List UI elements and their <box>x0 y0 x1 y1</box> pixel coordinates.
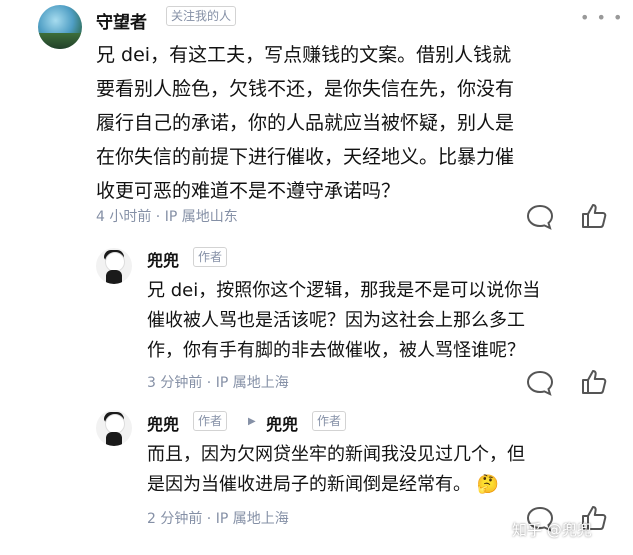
author-tag: 作者 <box>193 247 228 267</box>
reply-line: 而且，因为欠网贷坐牢的新闻我没见过几个，但 <box>147 444 525 465</box>
avatar[interactable] <box>38 5 82 49</box>
thumbs-up-icon[interactable] <box>580 202 608 230</box>
reply-text: 而且，因为欠网贷坐牢的新闻我没见过几个，但 是因为当催收进局子的新闻倒是经常有。… <box>147 440 617 500</box>
comment-meta: 4 小时前 · IP 属地山东 <box>96 209 238 225</box>
thinking-emoji: 🤔 <box>476 474 500 495</box>
thumbs-up-icon[interactable] <box>580 368 608 396</box>
username[interactable]: 守望者 <box>96 8 147 33</box>
reply-line-text: 是因为当催收进局子的新闻倒是经常有。 <box>147 474 471 495</box>
comment-line: 兄 dei，有这工夫，写点赚钱的文案。借别人钱就 <box>96 44 512 66</box>
comment-line: 在你失信的前提下进行催收，天经地义。比暴力催 <box>96 146 515 168</box>
reply-meta: 3 分钟前 · IP 属地上海 <box>147 375 289 391</box>
reply-text: 兄 dei，按照你这个逻辑，那我是不是可以说你当 催收被人骂也是活该呢？因为这社… <box>147 276 617 366</box>
username[interactable]: 兜兜 <box>147 247 179 271</box>
reply-to-username[interactable]: 兜兜 <box>266 411 298 435</box>
username[interactable]: 兜兜 <box>147 411 179 435</box>
author-tag: 作者 <box>193 411 228 431</box>
avatar[interactable] <box>96 410 132 446</box>
comment-line: 要看别人脸色，欠钱不还，是你失信在先，你没有 <box>96 78 515 100</box>
comment-text: 兄 dei，有这工夫，写点赚钱的文案。借别人钱就 要看别人脸色，欠钱不还，是你失… <box>96 38 616 208</box>
comment-icon[interactable] <box>526 370 554 396</box>
follow-tag: 关注我的人 <box>166 6 237 26</box>
avatar[interactable] <box>96 248 132 284</box>
comment-icon[interactable] <box>526 204 554 230</box>
reply-line: 催收被人骂也是活该呢？因为这社会上那么多工 <box>147 310 525 331</box>
comment-line: 履行自己的承诺，你的人品就应当被怀疑，别人是 <box>96 112 515 134</box>
watermark: 知乎 @兜兜 <box>512 521 592 539</box>
more-dots-icon[interactable]: • • • <box>580 8 623 27</box>
reply-line: 作，你有手有脚的非去做催收，被人骂怪谁呢？ <box>147 340 525 361</box>
reply-arrow-icon: ▶ <box>248 416 256 427</box>
comment-line: 收更可恶的难道不是不遵守承诺吗？ <box>96 180 401 202</box>
reply-line: 兄 dei，按照你这个逻辑，那我是不是可以说你当 <box>147 280 541 301</box>
reply-line: 是因为当催收进局子的新闻倒是经常有。 🤔 <box>147 470 617 500</box>
author-tag: 作者 <box>312 411 347 431</box>
reply-meta: 2 分钟前 · IP 属地上海 <box>147 511 289 527</box>
